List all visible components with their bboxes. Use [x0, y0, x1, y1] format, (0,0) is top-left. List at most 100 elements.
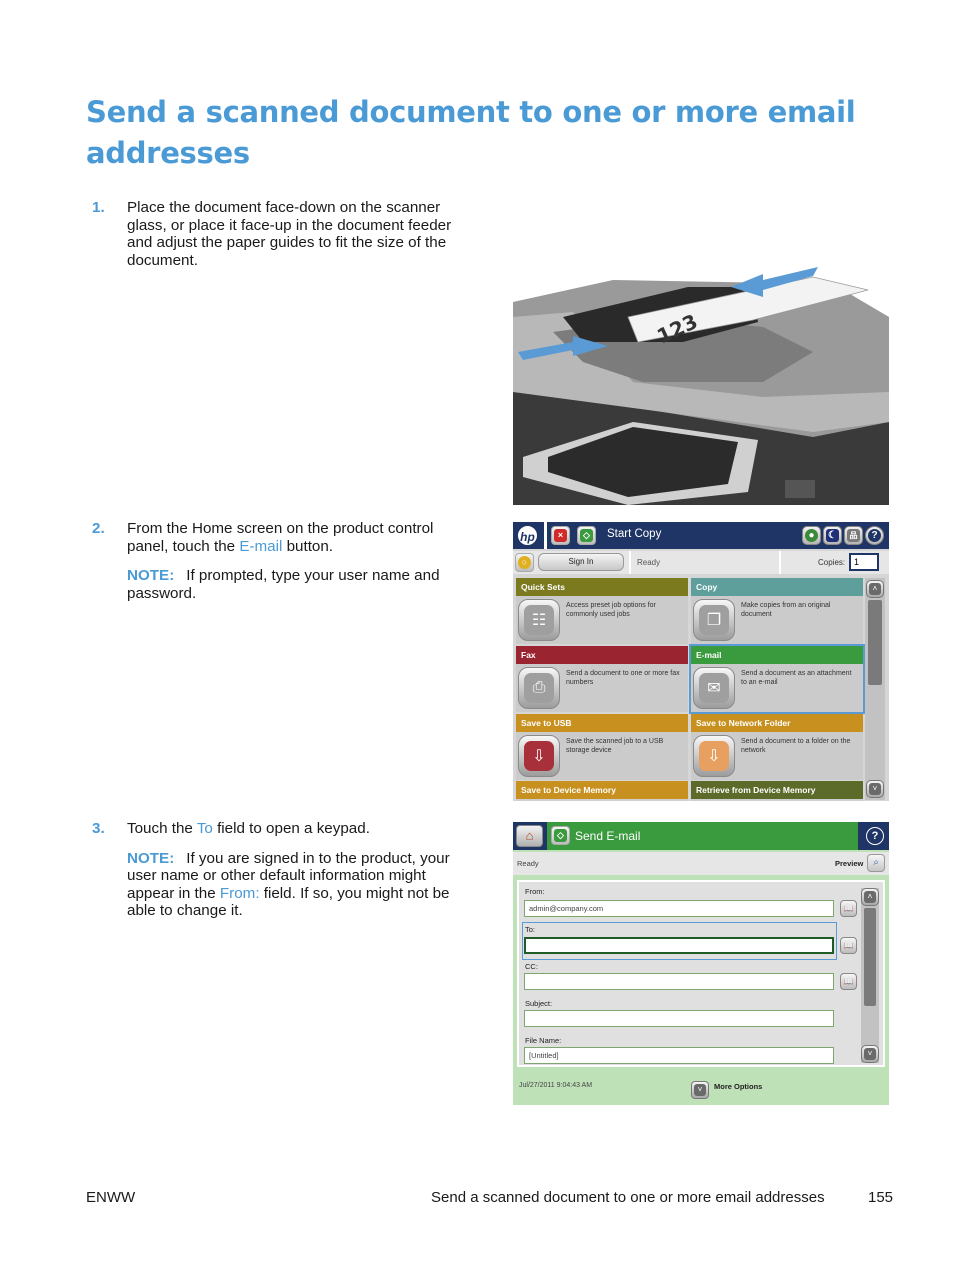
tile-fax[interactable]: Fax ⎙ Send a document to one or more fax …	[516, 646, 688, 712]
help-button[interactable]: ?	[865, 526, 884, 545]
footer-left: ENWW	[86, 1189, 136, 1206]
tile-label: Save to Network Folder	[691, 714, 863, 732]
usb-icon: ⇩	[518, 735, 560, 777]
scroll-down-button[interactable]: ˅	[861, 1045, 879, 1063]
fax-icon: ⎙	[518, 667, 560, 709]
more-options-button[interactable]: ˅	[691, 1081, 709, 1099]
start-button[interactable]: ◇	[577, 526, 596, 545]
tile-description: Send a document to one or more fax numbe…	[566, 670, 680, 686]
scanner-drawing: 123	[513, 267, 889, 505]
note-label: NOTE:	[127, 849, 175, 867]
copy-icon: ❐	[693, 599, 735, 641]
copies-input[interactable]: 1	[849, 553, 879, 571]
address-book-button[interactable]: 📖	[840, 900, 857, 917]
reset-button[interactable]: ○	[515, 553, 534, 572]
chevron-up-icon: ˄	[864, 891, 876, 903]
subject-input[interactable]	[524, 1010, 834, 1027]
address-book-icon: 📖	[843, 904, 854, 913]
step-text-part: button.	[282, 537, 334, 555]
step-text: Place the document face-down on the scan…	[127, 199, 452, 269]
address-book-button[interactable]: 📖	[840, 937, 857, 954]
help-button[interactable]: ?	[864, 825, 886, 847]
note-label: NOTE:	[127, 567, 175, 585]
to-input[interactable]	[524, 937, 834, 954]
help-icon: ?	[868, 529, 881, 542]
stop-button[interactable]: ×	[551, 526, 570, 545]
reset-icon: ○	[518, 556, 531, 569]
subject-label: Subject:	[525, 999, 553, 1008]
preview-label: Preview	[835, 859, 864, 868]
note: NOTE: If prompted, type your user name an…	[127, 567, 452, 602]
home-scrollbar[interactable]: ˄ ˅	[865, 578, 885, 800]
tile-save-to-usb[interactable]: Save to USB ⇩ Save the scanned job to a U…	[516, 714, 688, 780]
network-button[interactable]: 品	[844, 526, 863, 545]
stop-icon: ×	[554, 529, 567, 542]
scroll-thumb[interactable]	[868, 600, 882, 685]
scroll-down-button[interactable]: ˅	[866, 780, 884, 798]
tile-email[interactable]: E-mail ✉ Send a document as an attachment…	[689, 644, 865, 714]
tile-copy[interactable]: Copy ❐ Make copies from an original docum…	[691, 578, 863, 644]
footer-section: Send a scanned document to one or more e…	[431, 1189, 825, 1206]
scroll-thumb[interactable]	[864, 908, 876, 1006]
sleep-button[interactable]: ☾	[823, 526, 842, 545]
note: NOTE: If you are signed in to the product…	[127, 850, 452, 920]
tile-label: Quick Sets	[516, 578, 688, 596]
tile-label: Save to Device Memory	[516, 781, 688, 799]
tile-label: E-mail	[691, 646, 863, 664]
tile-save-to-device-memory[interactable]: Save to Device Memory	[516, 781, 688, 801]
form-scrollbar[interactable]: ˄ ˅	[861, 888, 879, 1063]
from-label: From:	[525, 887, 545, 896]
clipboard-icon: ☷	[518, 599, 560, 641]
step-text-part: field to open a keypad.	[212, 820, 370, 837]
send-email-title: Send E-mail	[575, 829, 641, 843]
step-text: From the Home screen on the product cont…	[127, 520, 452, 555]
envelope-icon: ✉	[693, 667, 735, 709]
step-1: 1. Place the document face-down on the s…	[92, 199, 452, 269]
chevron-down-icon: ˅	[869, 783, 881, 795]
scroll-up-button[interactable]: ˄	[861, 888, 879, 906]
step-text-part: Touch the	[127, 820, 197, 837]
file-name-input[interactable]: [Untitled]	[524, 1047, 834, 1064]
step-3: 3. Touch the To field to open a keypad. …	[92, 820, 452, 920]
address-book-button[interactable]: 📖	[840, 973, 857, 990]
to-link[interactable]: To	[197, 820, 213, 837]
send-email-panel: ⌂ ◇ Send E-mail ? Ready Preview ⌕ From: …	[513, 822, 889, 1105]
tile-label: Fax	[516, 646, 688, 664]
start-icon: ◇	[580, 529, 593, 542]
tile-save-to-network-folder[interactable]: Save to Network Folder ⇩ Send a document …	[691, 714, 863, 780]
start-icon: ◇	[554, 829, 567, 842]
tile-quick-sets[interactable]: Quick Sets ☷ Access preset job options fo…	[516, 578, 688, 644]
sign-in-button[interactable]: Sign In	[538, 553, 624, 571]
home-button[interactable]: ⌂	[516, 825, 543, 847]
step-number: 1.	[92, 199, 105, 216]
step-text: Touch the To field to open a keypad.	[127, 820, 452, 838]
magnifier-icon: ⌕	[873, 857, 879, 868]
tile-description: Send a document as an attachment to an e…	[741, 670, 852, 686]
from-input[interactable]: admin@company.com	[524, 900, 834, 917]
email-link[interactable]: E-mail	[239, 538, 282, 555]
home-screen-panel: hp × ◇ Start Copy ● ☾ 品 ? ○ Sign In Read…	[513, 522, 889, 801]
scanner-illustration: 123	[513, 262, 889, 505]
status-text: Ready	[517, 859, 539, 868]
sleep-icon: ☾	[826, 529, 839, 542]
more-options-label: More Options	[714, 1082, 763, 1091]
step-number: 3.	[92, 820, 105, 837]
email-form: From: admin@company.com 📖 To: 📖 CC: 📖 Su…	[517, 880, 885, 1067]
tile-description: Send a document to a folder on the netwo…	[741, 738, 851, 754]
from-link[interactable]: From:	[220, 885, 260, 902]
tile-label: Retrieve from Device Memory	[691, 781, 863, 799]
copies-label: Copies:	[818, 558, 846, 567]
tile-description: Make copies from an original document	[741, 602, 831, 618]
preview-button[interactable]: ⌕	[867, 854, 885, 872]
hp-logo: hp	[516, 524, 539, 547]
globe-icon: ●	[805, 529, 818, 542]
start-button[interactable]: ◇	[551, 826, 570, 845]
cc-input[interactable]	[524, 973, 834, 990]
folder-icon: ⇩	[693, 735, 735, 777]
step-2: 2. From the Home screen on the product c…	[92, 520, 452, 602]
home-icon: ⌂	[525, 828, 534, 843]
language-button[interactable]: ●	[802, 526, 821, 545]
chevron-up-icon: ˄	[869, 583, 881, 595]
scroll-up-button[interactable]: ˄	[866, 580, 884, 598]
tile-retrieve-from-device-memory[interactable]: Retrieve from Device Memory	[691, 781, 863, 801]
